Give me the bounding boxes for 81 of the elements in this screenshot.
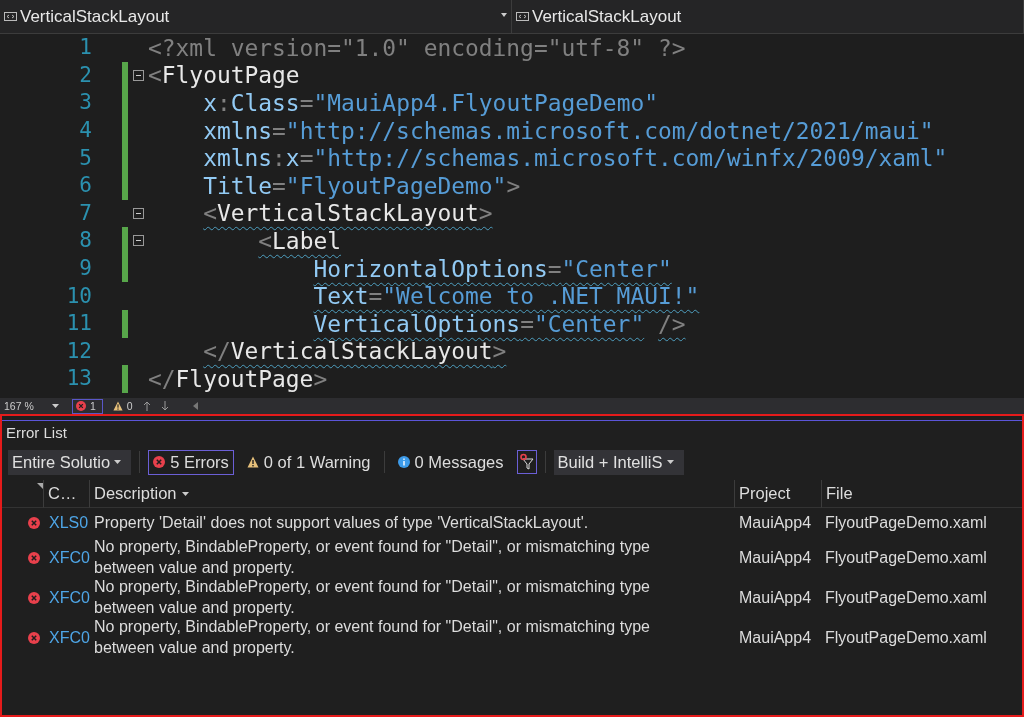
up-arrow-icon[interactable] — [142, 401, 151, 411]
code-line: <?xml version="1.0" encoding="utf-8" ?> — [148, 34, 686, 61]
code-line: HorizontalOptions="Center" — [312, 255, 672, 282]
info-icon — [397, 456, 410, 468]
element-icon — [4, 12, 17, 21]
code-line: xmlns="http://schemas.microsoft.com/dotnet/2021/maui" — [202, 117, 934, 144]
error-description: No property, BindableProperty, or event found for "Detail", or mismatching type between value and property. — [94, 577, 651, 618]
code-line: </VerticalStackLayout> — [202, 338, 507, 365]
warning-icon — [112, 401, 123, 411]
column-header[interactable]: File — [822, 480, 1022, 508]
build-dropdown[interactable]: Build + IntelliS — [553, 449, 684, 475]
line-number: 7 — [78, 199, 92, 227]
code-line: </FlyoutPage> — [148, 365, 328, 392]
line-number: 8 — [78, 227, 92, 255]
messages-filter[interactable]: 0 Messages — [392, 449, 509, 475]
warning-icon — [246, 456, 259, 468]
navigation-dropdown[interactable]: VerticalStackLayout — [512, 0, 1024, 33]
line-number: 3 — [78, 89, 92, 117]
file-name: FlyoutPageDemo.xaml — [825, 627, 987, 648]
error-description: No property, BindableProperty, or event found for "Detail", or mismatching type between value and property. — [94, 617, 651, 658]
error-code[interactable]: XLS0 — [49, 512, 89, 534]
filter-button[interactable] — [516, 450, 537, 474]
zoom-dropdown[interactable]: 167 % — [4, 400, 62, 412]
project-name: MauiApp4 — [739, 512, 812, 533]
caret-icon — [51, 404, 59, 408]
code-line: <FlyoutPage — [148, 62, 300, 89]
line-number: 10 — [65, 282, 92, 310]
project-name: MauiApp4 — [739, 627, 812, 648]
project-name: MauiApp4 — [739, 547, 812, 568]
line-number: 13 — [65, 365, 92, 393]
error-icon — [28, 517, 40, 529]
errors-filter[interactable]: 5 Errors — [148, 449, 234, 475]
down-arrow-icon[interactable] — [160, 401, 169, 411]
error-icon — [28, 632, 40, 644]
code-line: <Label — [257, 227, 341, 254]
panel-title: Error List — [2, 420, 1022, 444]
funnel-icon — [519, 453, 534, 471]
project-name: MauiApp4 — [739, 587, 812, 608]
code-line: <VerticalStackLayout> — [202, 200, 493, 227]
column-header[interactable]: Project — [735, 480, 822, 508]
line-number: 2 — [78, 61, 92, 89]
file-name: FlyoutPageDemo.xaml — [825, 512, 987, 533]
error-code[interactable]: XFC0 — [49, 547, 90, 569]
code-line: VerticalOptions="Center" /> — [312, 310, 686, 337]
collapse-icon[interactable] — [132, 235, 144, 247]
error-icon — [28, 552, 40, 564]
line-number: 1 — [78, 34, 92, 62]
error-description: Property 'Detail' does not support values of type 'VerticalStackLayout'. — [94, 512, 589, 533]
code-line: x:Class="MauiApp4.FlyoutPageDemo" — [202, 90, 658, 116]
collapse-icon[interactable] — [132, 207, 144, 219]
warnings-filter[interactable]: 0 of 1 Warning — [241, 449, 376, 475]
element-icon — [516, 12, 529, 21]
scope-dropdown[interactable]: Entire Solutio — [8, 449, 132, 475]
line-number: 11 — [65, 310, 92, 338]
collapse-icon[interactable] — [132, 69, 144, 81]
error-icon — [153, 456, 166, 468]
column-header[interactable]: C… — [44, 480, 90, 508]
file-name: FlyoutPageDemo.xaml — [825, 547, 987, 568]
error-description: No property, BindableProperty, or event found for "Detail", or mismatching type between value and property. — [94, 537, 651, 578]
code-line: Text="Welcome to .NET MAUI!" — [312, 283, 700, 310]
navigation-dropdown[interactable]: VerticalStackLayout — [0, 0, 512, 33]
warning-count[interactable]: 0 — [112, 400, 133, 412]
column-header[interactable]: Description — [90, 480, 735, 508]
error-icon — [28, 592, 40, 604]
line-number: 5 — [78, 144, 92, 172]
line-number: 4 — [78, 117, 92, 145]
caret-icon — [114, 460, 122, 464]
error-code[interactable]: XFC0 — [49, 627, 90, 649]
code-line: Title="FlyoutPageDemo"> — [202, 172, 521, 199]
scroll-left-icon[interactable] — [192, 402, 198, 410]
caret-icon — [666, 460, 674, 464]
file-name: FlyoutPageDemo.xaml — [825, 587, 987, 608]
error-count[interactable]: 1 — [72, 398, 103, 414]
error-icon — [76, 401, 86, 411]
corner-icon[interactable] — [37, 483, 43, 489]
line-number: 9 — [78, 255, 92, 283]
code-line: xmlns:x="http://schemas.microsoft.com/winfx/2009/xaml" — [202, 145, 948, 172]
line-number: 12 — [65, 337, 92, 365]
caret-icon — [181, 491, 189, 496]
error-code[interactable]: XFC0 — [49, 587, 90, 609]
line-number: 6 — [78, 172, 92, 200]
